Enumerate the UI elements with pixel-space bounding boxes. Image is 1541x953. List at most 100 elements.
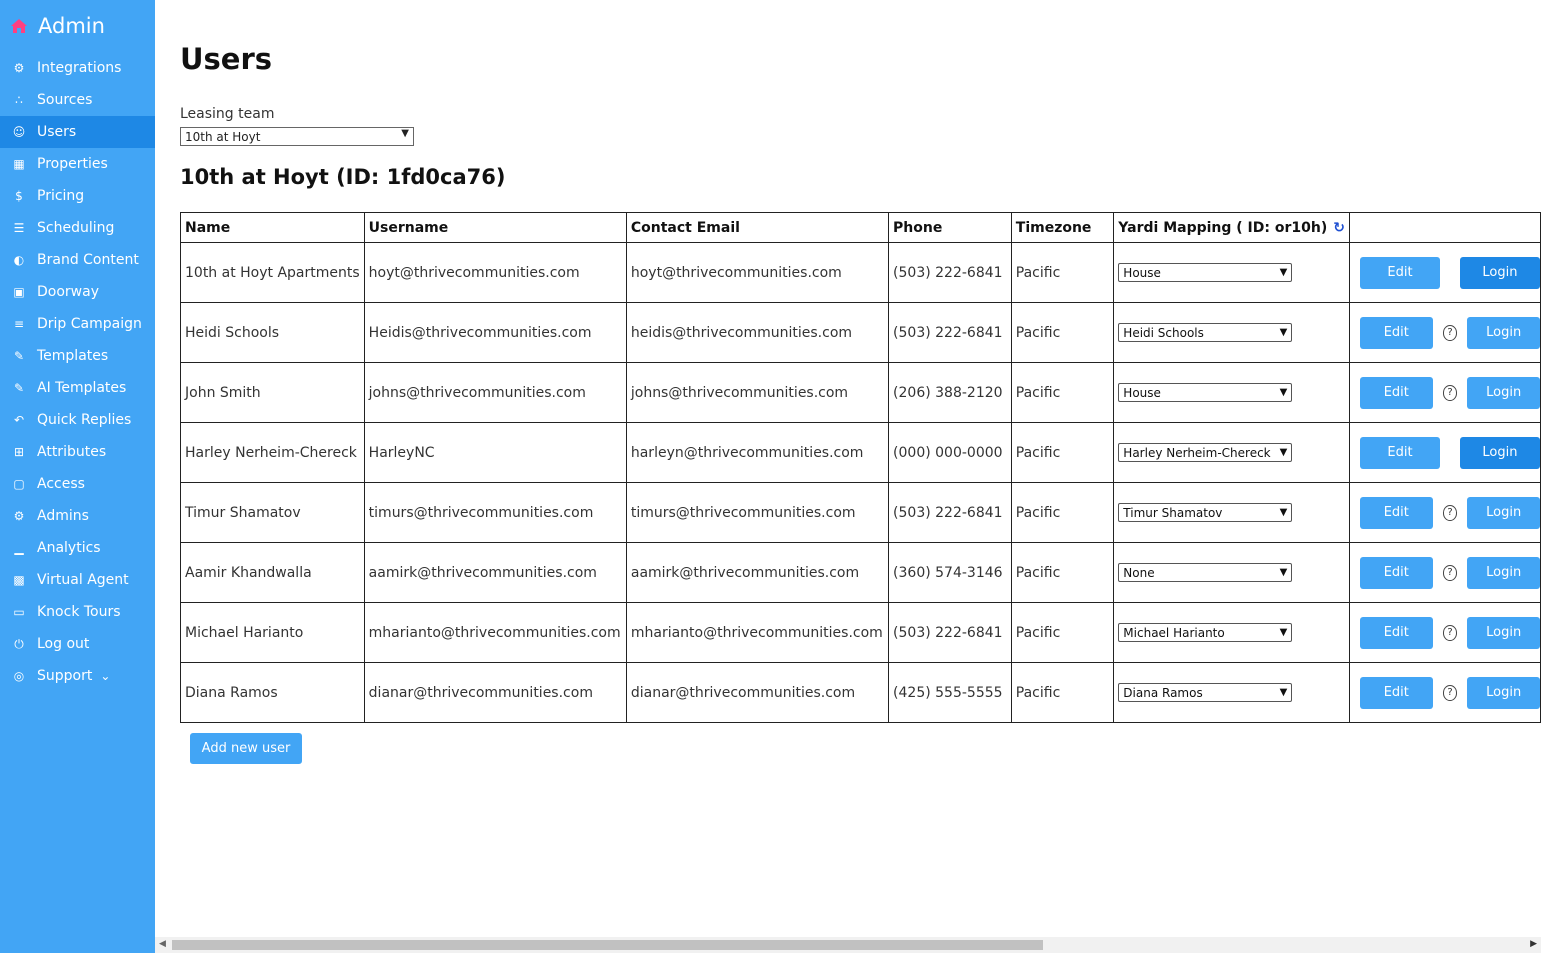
cell-actions: Edit? Login bbox=[1348, 542, 1541, 603]
sidebar-item-users[interactable]: ☺ Users bbox=[0, 116, 155, 148]
cell-username: HarleyNC bbox=[363, 422, 627, 483]
sidebar-item-scheduling[interactable]: ☰ Scheduling bbox=[0, 212, 155, 244]
help-icon[interactable]: ? bbox=[1442, 384, 1458, 401]
header-username: Username bbox=[363, 212, 627, 243]
sidebar-item-access[interactable]: ▢ Access bbox=[0, 468, 155, 500]
yardi-mapping-value: Diana Ramos bbox=[1123, 685, 1203, 700]
refresh-icon[interactable]: ↻ bbox=[1333, 220, 1345, 236]
chevron-down-icon: ▼ bbox=[1279, 627, 1288, 638]
edit-button[interactable]: Edit bbox=[1359, 256, 1440, 289]
row-actions: Edit? Login bbox=[1350, 663, 1540, 722]
yardi-mapping-select[interactable]: Heidi Schools ▼ bbox=[1118, 323, 1293, 342]
sidebar-item-label: Scheduling bbox=[37, 220, 115, 236]
help-icon[interactable]: ? bbox=[1442, 624, 1458, 641]
login-button[interactable]: Login bbox=[1467, 556, 1540, 589]
cell-name: Aamir Khandwalla bbox=[180, 542, 365, 603]
add-new-user-button[interactable]: Add new user bbox=[190, 733, 302, 764]
help-icon[interactable]: ? bbox=[1442, 564, 1458, 581]
table-row: Diana Ramos dianar@thrivecommunities.com d… bbox=[180, 662, 1541, 723]
sidebar-item-label: Quick Replies bbox=[37, 412, 132, 428]
horizontal-scrollbar[interactable]: ◀ ▶ bbox=[155, 937, 1541, 953]
yardi-mapping-select[interactable]: None ▼ bbox=[1118, 563, 1293, 582]
leasing-team-select[interactable]: 10th at Hoyt ▼ bbox=[180, 127, 414, 146]
main-content: Users Leasing team 10th at Hoyt ▼ 10th a… bbox=[155, 0, 1541, 953]
sidebar-item-drip-campaign[interactable]: ≡ Drip Campaign bbox=[0, 308, 155, 340]
sidebar-item-ai-templates[interactable]: ✎ AI Templates bbox=[0, 372, 155, 404]
row-actions: Edit? Login bbox=[1350, 543, 1540, 602]
sidebar-item-integrations[interactable]: ⚙ Integrations bbox=[0, 52, 155, 84]
brand[interactable]: Admin bbox=[0, 0, 155, 52]
login-button[interactable]: Login bbox=[1459, 436, 1540, 469]
scrollbar-thumb[interactable] bbox=[172, 940, 1043, 950]
cell-yardi: Timur Shamatov ▼ bbox=[1113, 482, 1350, 543]
edit-button[interactable]: Edit bbox=[1359, 496, 1433, 529]
edit-button[interactable]: Edit bbox=[1359, 436, 1440, 469]
chevron-down-icon: ▼ bbox=[1279, 567, 1288, 578]
sidebar-item-doorway[interactable]: ▣ Doorway bbox=[0, 276, 155, 308]
yardi-mapping-value: Heidi Schools bbox=[1123, 325, 1204, 340]
yardi-mapping-select[interactable]: House ▼ bbox=[1118, 263, 1293, 282]
scroll-right-icon[interactable]: ▶ bbox=[1530, 939, 1537, 949]
sidebar-item-log-out[interactable]: ⏻ Log out bbox=[0, 628, 155, 660]
sidebar-item-label: Admins bbox=[37, 508, 89, 524]
sidebar-item-label: Knock Tours bbox=[37, 604, 121, 620]
share-icon: ∴ bbox=[15, 93, 23, 107]
table-row: Timur Shamatov timurs@thrivecommunities.c… bbox=[180, 482, 1541, 543]
sidebar-item-label: Access bbox=[37, 476, 85, 492]
cell-actions: Edit Login bbox=[1348, 422, 1541, 483]
login-button[interactable]: Login bbox=[1459, 256, 1540, 289]
cell-name: Michael Harianto bbox=[180, 602, 365, 663]
sidebar-item-admins[interactable]: ⚙ Admins bbox=[0, 500, 155, 532]
sidebar-item-sources[interactable]: ∴ Sources bbox=[0, 84, 155, 116]
edit-button[interactable]: Edit bbox=[1359, 316, 1433, 349]
table-row: 10th at Hoyt Apartments hoyt@thrivecommun… bbox=[180, 242, 1541, 303]
sidebar-item-label: Integrations bbox=[37, 60, 122, 76]
row-actions: Edit? Login bbox=[1350, 303, 1540, 362]
sidebar-item-attributes[interactable]: ⊞ Attributes bbox=[0, 436, 155, 468]
sidebar-item-knock-tours[interactable]: ▭ Knock Tours bbox=[0, 596, 155, 628]
cell-phone: (503) 222-6841 bbox=[888, 242, 1012, 303]
edit-button[interactable]: Edit bbox=[1359, 616, 1433, 649]
yardi-mapping-select[interactable]: Michael Harianto ▼ bbox=[1118, 623, 1293, 642]
yardi-mapping-select[interactable]: Timur Shamatov ▼ bbox=[1118, 503, 1293, 522]
cell-timezone: Pacific bbox=[1010, 362, 1115, 423]
sidebar-item-support[interactable]: ◎ Support ⌄ bbox=[0, 660, 155, 692]
sidebar-item-quick-replies[interactable]: ↶ Quick Replies bbox=[0, 404, 155, 436]
sidebar-item-properties[interactable]: ▦ Properties bbox=[0, 148, 155, 180]
edit-button[interactable]: Edit bbox=[1359, 556, 1433, 589]
cell-username: Heidis@thrivecommunities.com bbox=[363, 302, 627, 363]
header-actions bbox=[1348, 212, 1541, 243]
login-button[interactable]: Login bbox=[1467, 316, 1540, 349]
scroll-left-icon[interactable]: ◀ bbox=[159, 939, 166, 949]
sidebar-item-pricing[interactable]: $ Pricing bbox=[0, 180, 155, 212]
row-actions: Edit Login bbox=[1350, 243, 1540, 302]
yardi-mapping-select[interactable]: House ▼ bbox=[1118, 383, 1293, 402]
leasing-team-label: Leasing team bbox=[180, 106, 275, 122]
lifering-icon: ◎ bbox=[13, 669, 25, 683]
yardi-mapping-value: Michael Harianto bbox=[1123, 625, 1225, 640]
yardi-mapping-select[interactable]: Harley Nerheim-Chereck ▼ bbox=[1118, 443, 1293, 462]
row-actions: Edit? Login bbox=[1350, 603, 1540, 662]
header-yardi-label: Yardi Mapping ( ID: or10h) bbox=[1118, 219, 1328, 236]
edit-button[interactable]: Edit bbox=[1359, 676, 1433, 709]
cell-email: heidis@thrivecommunities.com bbox=[625, 302, 890, 363]
login-button[interactable]: Login bbox=[1467, 376, 1540, 409]
login-button[interactable]: Login bbox=[1467, 496, 1540, 529]
login-button[interactable]: Login bbox=[1467, 676, 1540, 709]
help-icon[interactable]: ? bbox=[1442, 684, 1458, 701]
sidebar-item-templates[interactable]: ✎ Templates bbox=[0, 340, 155, 372]
sidebar-item-virtual-agent[interactable]: ▩ Virtual Agent bbox=[0, 564, 155, 596]
header-phone: Phone bbox=[888, 212, 1012, 243]
yardi-mapping-select[interactable]: Diana Ramos ▼ bbox=[1118, 683, 1293, 702]
edit-icon: ✎ bbox=[13, 349, 25, 363]
help-icon[interactable]: ? bbox=[1442, 324, 1458, 341]
sidebar-item-brand-content[interactable]: ◐ Brand Content bbox=[0, 244, 155, 276]
help-icon[interactable]: ? bbox=[1442, 504, 1458, 521]
login-button[interactable]: Login bbox=[1467, 616, 1540, 649]
cell-phone: (000) 000-0000 bbox=[888, 422, 1012, 483]
edit-button[interactable]: Edit bbox=[1359, 376, 1433, 409]
cell-email: aamirk@thrivecommunities.com bbox=[625, 542, 890, 603]
sidebar-item-analytics[interactable]: ▁ Analytics bbox=[0, 532, 155, 564]
users-table: Name Username Contact Email Phone Timezo… bbox=[180, 212, 1541, 723]
cell-email: mharianto@thrivecommunities.com bbox=[625, 602, 890, 663]
